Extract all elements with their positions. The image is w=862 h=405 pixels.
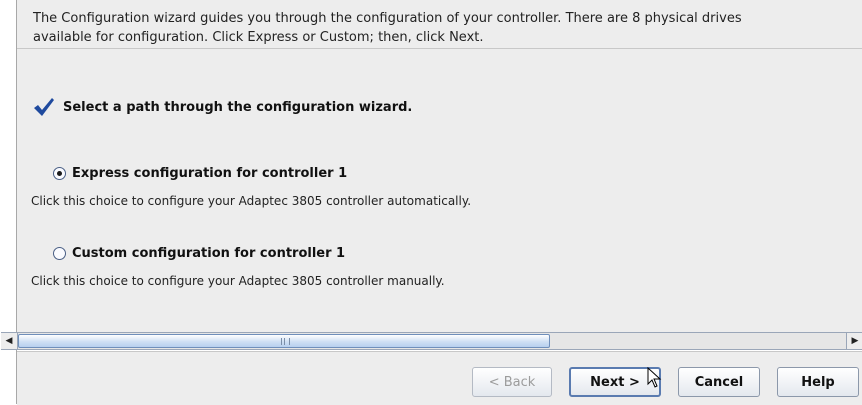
scroll-right-arrow[interactable]: ▶: [846, 333, 862, 349]
custom-option-label[interactable]: Custom configuration for controller 1: [72, 246, 345, 261]
intro-text: The Configuration wizard guides you thro…: [17, 0, 862, 47]
section-heading: Select a path through the configuration …: [33, 97, 412, 117]
mouse-cursor-icon: [647, 367, 662, 388]
cancel-button[interactable]: Cancel: [678, 367, 760, 397]
intro-banner: The Configuration wizard guides you thro…: [17, 0, 862, 49]
intro-line-2: available for configuration. Click Expre…: [33, 30, 484, 45]
back-button[interactable]: < Back: [472, 367, 552, 397]
scroll-grip-icon: [281, 338, 290, 345]
button-bar: < Back Next > Cancel Help: [17, 351, 862, 405]
express-option[interactable]: Express configuration for controller 1: [31, 166, 347, 181]
custom-radio[interactable]: [53, 247, 66, 260]
scroll-thumb[interactable]: [18, 334, 550, 348]
wizard-window: The Configuration wizard guides you thro…: [1, 0, 862, 405]
scroll-left-arrow[interactable]: ◀: [1, 333, 18, 349]
intro-line-1: The Configuration wizard guides you thro…: [33, 11, 742, 26]
custom-option-description: Click this choice to configure your Adap…: [31, 274, 445, 288]
heading-text: Select a path through the configuration …: [63, 99, 413, 115]
checkmark-icon: [34, 98, 54, 116]
horizontal-scrollbar[interactable]: ◀ ▶: [1, 332, 862, 350]
help-button[interactable]: Help: [777, 367, 859, 397]
custom-option[interactable]: Custom configuration for controller 1: [31, 246, 345, 261]
express-option-label[interactable]: Express configuration for controller 1: [72, 166, 347, 181]
express-radio[interactable]: [53, 167, 66, 180]
wizard-content: Select a path through the configuration …: [17, 49, 862, 332]
express-option-description: Click this choice to configure your Adap…: [31, 194, 472, 208]
